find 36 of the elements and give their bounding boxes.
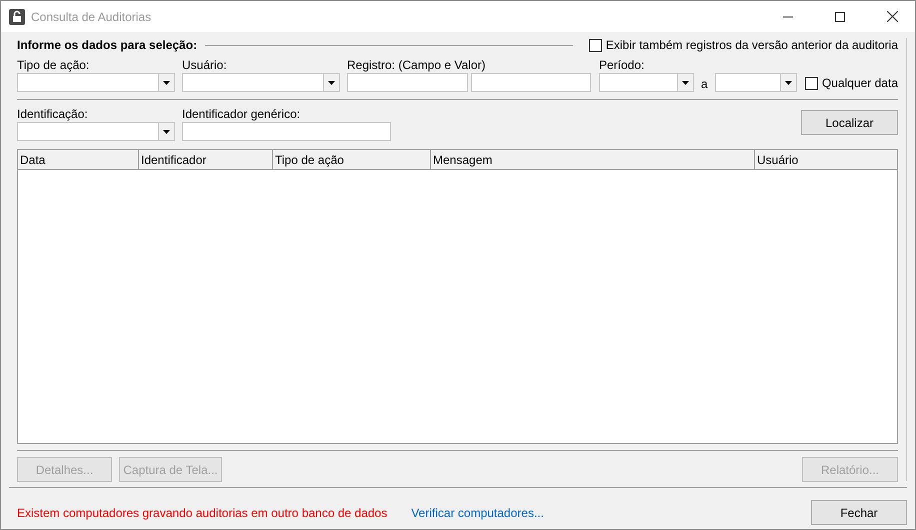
dropdown-arrow-icon	[163, 130, 170, 134]
input-field[interactable]	[347, 73, 468, 92]
dropdown-arrow-icon	[784, 80, 792, 84]
field-label: Usuário:	[182, 58, 228, 72]
column-header[interactable]: Mensagem	[431, 150, 755, 169]
dropdown-field[interactable]	[714, 73, 797, 92]
field-label: Registro: (Campo e Valor)	[347, 58, 486, 72]
dropdown-field[interactable]	[182, 73, 340, 92]
input-field[interactable]	[471, 73, 591, 92]
checkbox[interactable]: Qualquer data	[804, 76, 898, 90]
column-header[interactable]: Identificador	[139, 150, 273, 169]
column-header[interactable]: Tipo de ação	[273, 150, 431, 169]
dropdown-field[interactable]	[17, 73, 175, 92]
search-button[interactable]: Localizar	[801, 110, 898, 135]
field-label: Período:	[599, 58, 646, 72]
group-title: Informe os dados para seleção:	[17, 38, 198, 52]
close-dialog-button[interactable]: Fechar	[811, 500, 907, 525]
dropdown-arrow-icon	[328, 80, 335, 84]
check-computers-link[interactable]: Verificar computadores...	[411, 506, 544, 520]
window-title: Consulta de Auditorias	[31, 10, 152, 24]
period-separator: a	[701, 77, 708, 91]
checkbox[interactable]: Exibir também registros da versão anterior da auditoria	[588, 38, 898, 52]
dropdown-field[interactable]	[599, 73, 694, 92]
dropdown-arrow-icon	[163, 80, 170, 84]
lock-icon	[9, 8, 25, 24]
column-header[interactable]: Usuário	[755, 150, 897, 169]
column-header[interactable]: Data	[18, 150, 139, 169]
field-label: Identificação:	[17, 107, 89, 121]
dropdown-field[interactable]	[17, 122, 175, 141]
field-label: Identificador genérico:	[182, 107, 302, 121]
maximize-icon	[835, 12, 845, 22]
close-icon	[886, 11, 898, 22]
input-field[interactable]	[182, 122, 391, 141]
warning-message: Existem computadores gravando auditorias em outro banco de dados	[17, 506, 388, 520]
dropdown-arrow-icon	[682, 80, 689, 84]
field-label: Tipo de ação:	[17, 58, 90, 72]
